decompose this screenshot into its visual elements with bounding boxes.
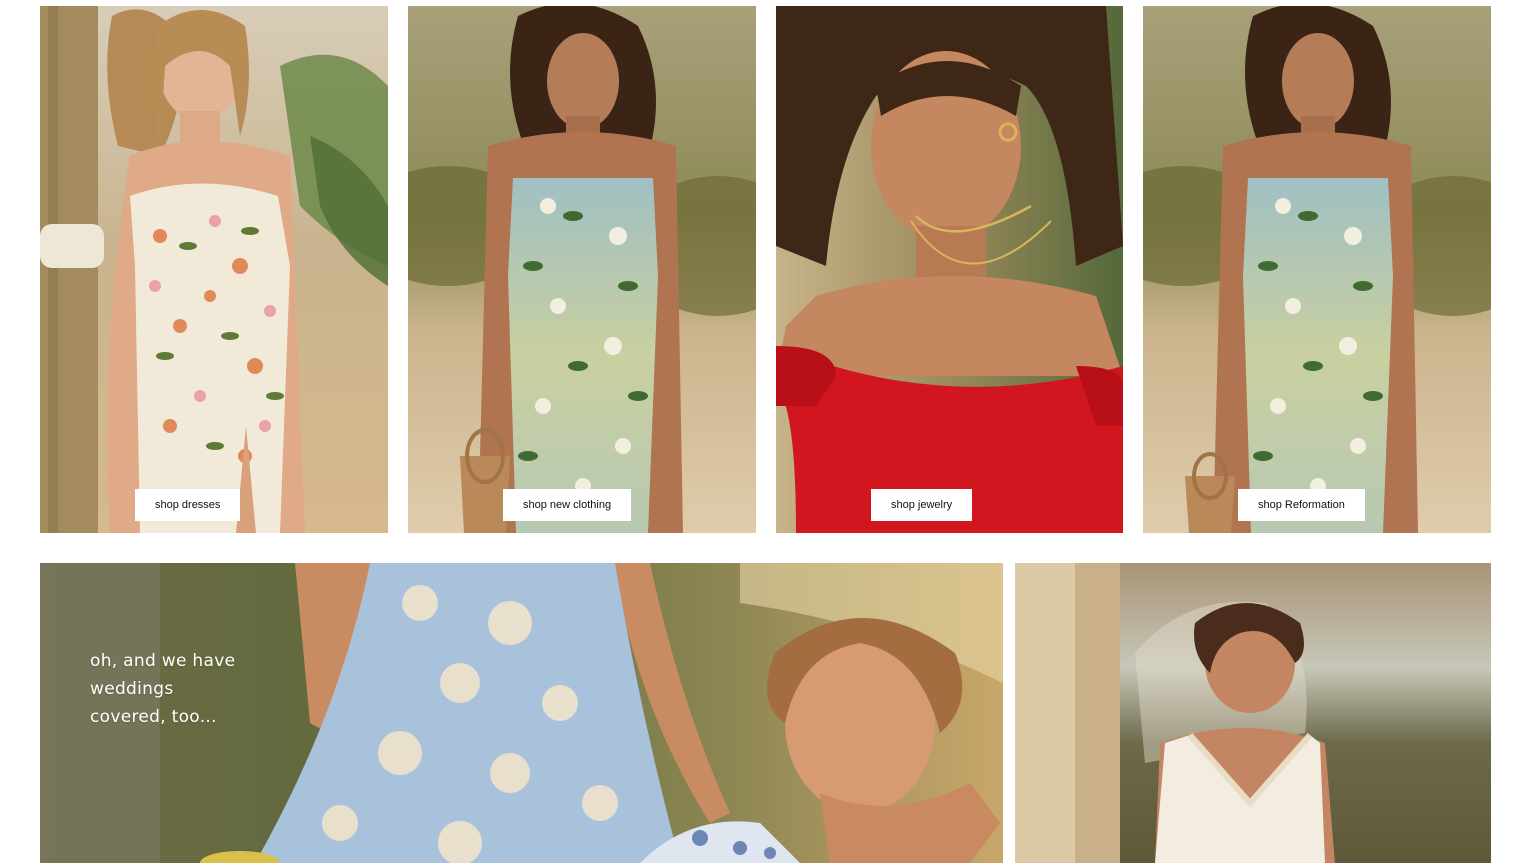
shop-new-clothing-button[interactable]: shop new clothing [503, 489, 632, 521]
shop-dresses-button[interactable]: shop dresses [135, 489, 241, 521]
weddings-headline: oh, and we have weddings covered, too... [90, 651, 236, 727]
shop-reformation-button[interactable]: shop Reformation [1238, 489, 1365, 521]
weddings-banner-right[interactable] [1015, 563, 1491, 863]
tile-new-clothing[interactable]: shop new clothing [408, 6, 756, 533]
tile-jewelry[interactable]: shop jewelry [776, 6, 1123, 533]
weddings-bride-photo [1015, 563, 1491, 863]
weddings-banner-left[interactable]: oh, and we have weddings covered, too... [40, 563, 1003, 863]
tile-reformation[interactable]: shop Reformation [1143, 6, 1491, 533]
shop-jewelry-button[interactable]: shop jewelry [871, 489, 973, 521]
reformation-photo [1143, 6, 1491, 533]
dresses-photo [40, 6, 388, 533]
jewelry-photo [776, 6, 1123, 533]
tile-dresses[interactable]: shop dresses [40, 6, 388, 533]
new-clothing-photo [408, 6, 756, 533]
